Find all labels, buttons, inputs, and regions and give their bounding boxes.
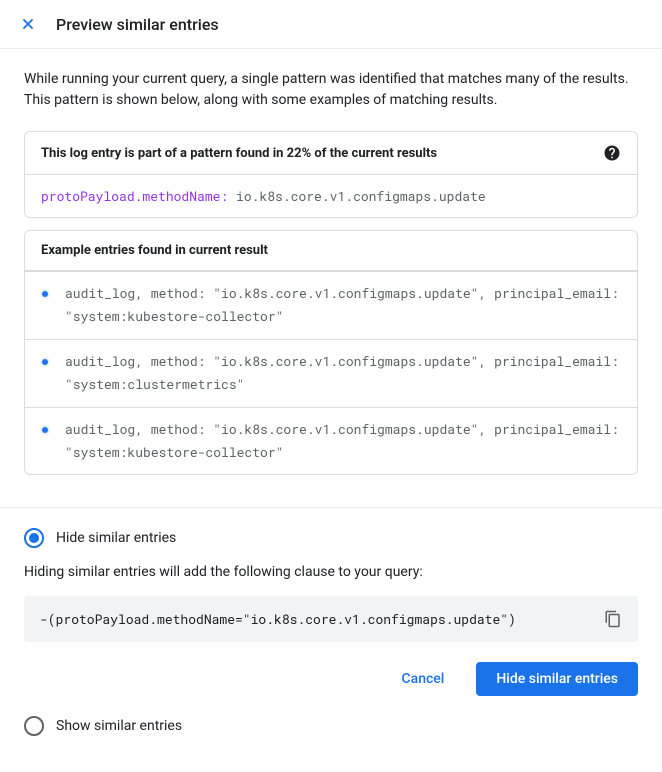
radio-hide-similar[interactable]: Hide similar entries: [24, 528, 638, 548]
example-row[interactable]: audit_log, method: "io.k8s.core.v1.confi…: [25, 271, 637, 339]
hide-description: Hiding similar entries will add the foll…: [24, 564, 638, 580]
copy-icon[interactable]: [604, 610, 622, 628]
radio-show-similar[interactable]: Show similar entries: [24, 716, 638, 736]
status-dot-icon: [37, 354, 53, 370]
query-clause-text: -(protoPayload.methodName="io.k8s.core.v…: [40, 610, 516, 628]
hide-similar-button[interactable]: Hide similar entries: [476, 662, 638, 696]
pattern-query: protoPayload.methodName: io.k8s.core.v1.…: [25, 175, 637, 217]
pattern-card-title: This log entry is part of a pattern foun…: [41, 146, 437, 161]
action-buttons: Cancel Hide similar entries: [24, 662, 638, 696]
close-button[interactable]: [16, 12, 40, 36]
radio-button-icon: [24, 716, 44, 736]
query-value: io.k8s.core.v1.configmaps.update: [236, 187, 486, 205]
cancel-button[interactable]: Cancel: [382, 662, 465, 696]
pattern-card-header: This log entry is part of a pattern foun…: [25, 132, 637, 175]
intro-text: While running your current query, a sing…: [24, 69, 638, 111]
example-text: audit_log, method: "io.k8s.core.v1.confi…: [65, 282, 625, 329]
examples-card-header: Example entries found in current result: [25, 231, 637, 271]
examples-card: Example entries found in current result …: [24, 230, 638, 475]
examples-card-title: Example entries found in current result: [41, 243, 268, 258]
status-dot-icon: [37, 422, 53, 438]
dialog-title: Preview similar entries: [56, 15, 219, 34]
dialog-content: While running your current query, a sing…: [0, 49, 662, 772]
radio-button-icon: [24, 528, 44, 548]
query-clause-block: -(protoPayload.methodName="io.k8s.core.v…: [24, 596, 638, 642]
pattern-card: This log entry is part of a pattern foun…: [24, 131, 638, 218]
section-divider: [0, 507, 662, 508]
example-row[interactable]: audit_log, method: "io.k8s.core.v1.confi…: [25, 339, 637, 407]
close-icon: [19, 15, 37, 33]
status-dot-icon: [37, 286, 53, 302]
query-key: protoPayload.methodName:: [41, 187, 228, 205]
dialog-header: Preview similar entries: [0, 0, 662, 49]
help-icon[interactable]: [603, 144, 621, 162]
example-text: audit_log, method: "io.k8s.core.v1.confi…: [65, 418, 625, 465]
example-row[interactable]: audit_log, method: "io.k8s.core.v1.confi…: [25, 407, 637, 475]
example-text: audit_log, method: "io.k8s.core.v1.confi…: [65, 350, 625, 397]
radio-label: Hide similar entries: [56, 530, 176, 546]
radio-label: Show similar entries: [56, 718, 182, 734]
